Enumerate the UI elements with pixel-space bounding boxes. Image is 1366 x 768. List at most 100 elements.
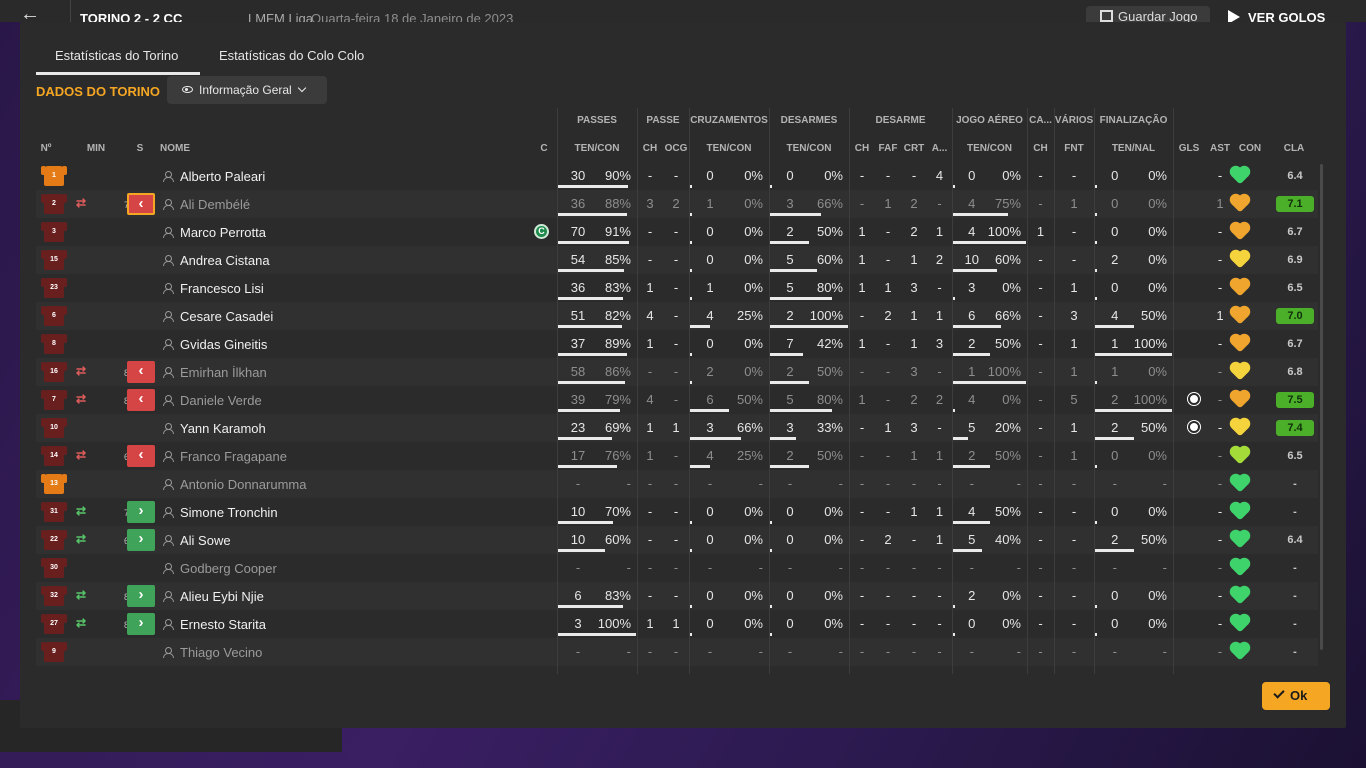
view-dropdown[interactable]: Informação Geral <box>167 76 327 104</box>
player-name[interactable]: Godberg Cooper <box>180 561 277 576</box>
player-name[interactable]: Alieu Eybi Njie <box>180 589 264 604</box>
table-row[interactable]: 6 Cesare Casadei 51 82% 4 - 4 25% 2 100% - 2 1 1 6 66% -… <box>36 302 1318 330</box>
player-name[interactable]: Ali Sowe <box>180 533 231 548</box>
column-header[interactable]: GLS <box>1173 143 1205 154</box>
player-name[interactable]: Marco Perrotta <box>180 225 266 240</box>
column-header[interactable]: S <box>134 143 146 154</box>
column-header[interactable]: C <box>536 143 552 154</box>
column-header[interactable]: FAF <box>875 143 901 154</box>
subbed-on-button[interactable]: › <box>127 529 155 551</box>
passes-attempts: - <box>575 644 581 659</box>
column-header[interactable]: CH <box>1027 143 1054 154</box>
column-header[interactable]: Nº <box>36 143 56 154</box>
player-name[interactable]: Ernesto Starita <box>180 617 266 632</box>
player-rating: 7.4 <box>1276 420 1314 436</box>
column-header[interactable]: TEN/CON <box>557 143 637 154</box>
column-header[interactable]: OCG <box>663 143 689 154</box>
table-row[interactable]: 13 Antonio Donnarumma - - - - - - - - - - - - - - - - - - - - <box>36 470 1318 498</box>
table-row[interactable]: 23 Francesco Lisi 36 83% 1 - 1 0% 5 80% 1 1 3 - 3 0% - 1 0… <box>36 274 1318 302</box>
table-row[interactable]: 2⇄79‹Ali Dembélé3688%3210%366%-12-475%-1… <box>36 190 1318 218</box>
ok-button[interactable]: Ok <box>1262 682 1330 710</box>
player-name[interactable]: Andrea Cistana <box>180 253 270 268</box>
subbed-on-button[interactable]: › <box>127 501 155 523</box>
column-header[interactable]: TEN/CON <box>952 143 1027 154</box>
table-row[interactable]: 14⇄67‹Franco Fragapane1776%1-425%250%--1… <box>36 442 1318 470</box>
crosses-attempts: 0 <box>706 588 714 603</box>
aerial-pct: 100% <box>987 364 1021 379</box>
column-header[interactable]: CLA <box>1275 143 1313 154</box>
column-header[interactable]: NOME <box>160 143 190 154</box>
subbed-on-button[interactable]: › <box>127 585 155 607</box>
passes-attempts: 6 <box>574 588 582 603</box>
table-row[interactable]: 15 Andrea Cistana 54 85% - - 0 0% 5 60% 1 - 1 2 10 60% -… <box>36 246 1318 274</box>
table-row[interactable]: 31⇄79›Simone Tronchin1070%--00%00%--1145… <box>36 498 1318 526</box>
table-scrollbar[interactable] <box>1320 164 1323 650</box>
player-name[interactable]: Simone Tronchin <box>180 505 278 520</box>
column-header[interactable]: A... <box>927 143 952 154</box>
player-name[interactable]: Alberto Paleari <box>180 169 265 184</box>
tackles-attempts: 2 <box>786 364 794 379</box>
table-row[interactable]: 10 Yann Karamoh 23 69% 1 1 3 66% 3 33% - 1 3 - 5 20% - 1 2… <box>36 414 1318 442</box>
crosses-bar <box>690 605 692 608</box>
table-row[interactable]: 22⇄67›Ali Sowe1060%--00%00%-2-1540%--250… <box>36 526 1318 554</box>
player-name[interactable]: Yann Karamoh <box>180 421 266 436</box>
passes-pct: - <box>626 476 631 491</box>
column-header[interactable]: TEN/CON <box>769 143 849 154</box>
table-row[interactable]: 32⇄85›Alieu Eybi Njie683%--00%00%----20%… <box>36 582 1318 610</box>
column-header[interactable]: CON <box>1235 143 1265 154</box>
shooting-pct: 0% <box>1148 616 1167 631</box>
cards: - <box>911 616 917 631</box>
column-header[interactable]: CH <box>849 143 875 154</box>
column-header[interactable]: CRT <box>901 143 927 154</box>
pass-key: - <box>647 252 653 267</box>
tab-colo-colo-stats[interactable]: Estatísticas do Colo Colo <box>219 48 364 63</box>
player-name[interactable]: Francesco Lisi <box>180 281 264 296</box>
shooting-attempts: 0 <box>1111 280 1119 295</box>
back-arrow-icon[interactable]: ← <box>20 4 42 22</box>
view-goals-button[interactable]: VER GOLOS <box>1228 10 1325 22</box>
subbed-off-button[interactable]: ‹ <box>127 361 155 383</box>
tackles-key: - <box>859 420 865 435</box>
shirt-number: 7 <box>41 390 67 410</box>
crosses-attempts: 6 <box>706 392 714 407</box>
column-header[interactable]: TEN/NAL <box>1094 143 1173 154</box>
table-row[interactable]: 3 Marco Perrotta C 70 91% - -0 0% 2 50% 1-2 1 4 100% 1… <box>36 218 1318 246</box>
subbed-off-button[interactable]: ‹ <box>127 445 155 467</box>
shirt-number: 2 <box>41 194 67 214</box>
column-header[interactable]: MIN <box>86 143 106 154</box>
player-name[interactable]: Thiago Vecino <box>180 645 262 660</box>
table-row[interactable]: 8 Gvidas Gineitis 37 89% 1 - 0 0% 7 42% 1 - 1 3 2 50% - 1… <box>36 330 1318 358</box>
player-name[interactable]: Cesare Casadei <box>180 309 273 324</box>
shooting-bar <box>1095 409 1172 412</box>
subbed-off-button[interactable]: ‹ <box>127 193 155 215</box>
shooting-pct: 0% <box>1148 168 1167 183</box>
player-name[interactable]: Gvidas Gineitis <box>180 337 267 352</box>
table-row[interactable]: 7⇄85‹Daniele Verde3979%4-650%580%1-2240%… <box>36 386 1318 414</box>
column-header[interactable]: FNT <box>1054 143 1094 154</box>
player-name[interactable]: Emirhan İlkhan <box>180 365 267 380</box>
player-name[interactable]: Daniele Verde <box>180 393 262 408</box>
shooting-pct: 0% <box>1148 280 1167 295</box>
subbed-off-button[interactable]: ‹ <box>127 389 155 411</box>
save-game-button[interactable]: Guardar Jogo <box>1086 6 1210 22</box>
aerial-attempts: 2 <box>968 336 976 351</box>
column-header[interactable]: TEN/CON <box>689 143 769 154</box>
tackles-pct: 0% <box>824 168 843 183</box>
subbed-on-button[interactable]: › <box>127 613 155 635</box>
shooting-pct: 0% <box>1148 504 1167 519</box>
table-row[interactable]: 9 Thiago Vecino - - - - - - - - - - - - - - - - - - - - <box>36 638 1318 666</box>
table-row[interactable]: 30 Godberg Cooper - - - - - - - - - - - - - - - - - - - - <box>36 554 1318 582</box>
column-divider <box>952 108 953 674</box>
table-row[interactable]: 1 Alberto Paleari 30 90% - - 0 0% 0 0% - - - 4 0 0% - - 0 0… <box>36 162 1318 190</box>
column-header[interactable]: CH <box>637 143 663 154</box>
table-row[interactable]: 27⇄85›Ernesto Starita3100%1100%00%----00… <box>36 610 1318 638</box>
table-row[interactable]: 16⇄85‹Emirhan İlkhan5886%--20%250%--3-11… <box>36 358 1318 386</box>
tackles-key: - <box>859 616 865 631</box>
shirt-number: 15 <box>41 250 67 270</box>
player-name[interactable]: Antonio Donnarumma <box>180 477 306 492</box>
player-name[interactable]: Franco Fragapane <box>180 449 287 464</box>
tab-torino-stats[interactable]: Estatísticas do Torino <box>55 48 178 63</box>
player-name[interactable]: Ali Dembélé <box>180 197 250 212</box>
column-header[interactable]: AST <box>1205 143 1235 154</box>
passes-attempts: 39 <box>570 392 586 407</box>
